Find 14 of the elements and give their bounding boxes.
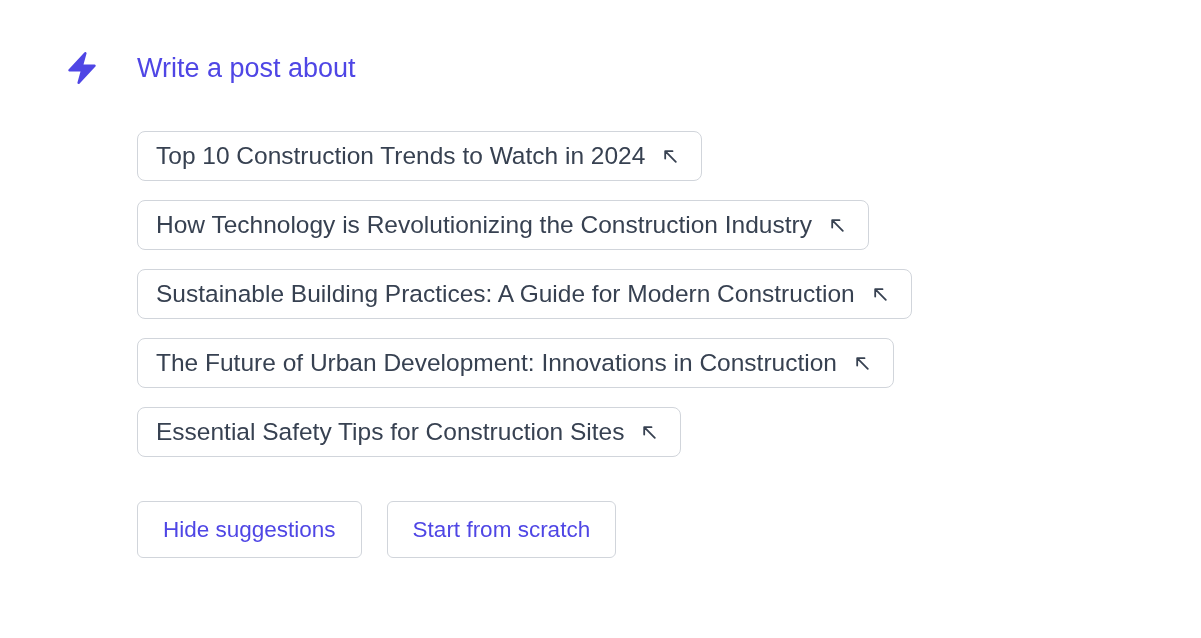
suggestion-chip[interactable]: The Future of Urban Development: Innovations in Construction xyxy=(137,338,894,388)
arrow-up-left-icon xyxy=(643,425,657,439)
lightning-bolt-icon xyxy=(66,52,98,84)
suggestion-chip[interactable]: Top 10 Construction Trends to Watch in 2024 xyxy=(137,131,703,181)
hide-suggestions-button[interactable]: Hide suggestions xyxy=(137,501,362,558)
suggestion-chip[interactable]: Essential Safety Tips for Construction Sites xyxy=(137,407,682,457)
suggestion-chip[interactable]: Sustainable Building Practices: A Guide for Modern Construction xyxy=(137,269,912,319)
arrow-up-left-icon xyxy=(873,287,887,301)
arrow-up-left-icon xyxy=(855,356,869,370)
arrow-up-left-icon xyxy=(664,149,678,163)
suggestion-chip[interactable]: How Technology is Revolutionizing the Construction Industry xyxy=(137,200,869,250)
arrow-up-left-icon xyxy=(830,218,844,232)
start-from-scratch-button[interactable]: Start from scratch xyxy=(386,501,617,558)
prompt-title: Write a post about xyxy=(137,52,356,84)
